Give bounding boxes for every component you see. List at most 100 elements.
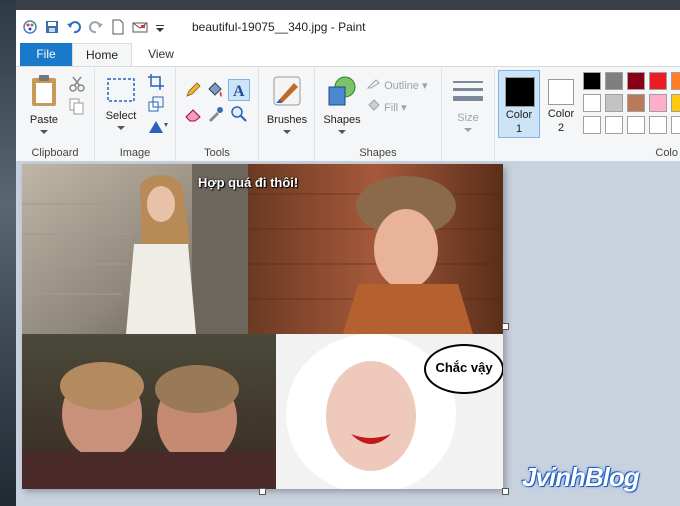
shapes-button[interactable]: Shapes [319,73,365,138]
crop-icon[interactable] [147,73,165,91]
watermark-logo: JvinhBlog [522,462,640,492]
image-group-label: Image [119,147,151,159]
tools-group-label: Tools [204,147,230,159]
color1-button[interactable]: Color 1 [498,70,540,138]
ribbon-tabs: File Home View [16,43,680,66]
tab-view[interactable]: View [136,43,186,66]
speech-bubble: Chắc vậy [424,344,503,394]
color2-number: 2 [557,122,565,134]
size-button[interactable]: Size [448,77,488,136]
shapes-label: Shapes [323,114,361,126]
tab-file[interactable]: File [20,43,72,66]
rotate-icon[interactable] [147,117,168,135]
paste-icon [32,75,56,106]
palette-swatch[interactable] [605,94,623,112]
fill-bucket-icon[interactable] [206,81,224,99]
resize-handle-corner[interactable] [502,488,509,495]
title-bar: beautiful-19075__340.jpg - Paint [16,10,680,43]
text-tool-icon[interactable]: A [228,79,250,101]
palette-swatch[interactable] [671,72,680,90]
palette-swatch[interactable] [649,116,667,134]
tools-group: A Tools [176,67,259,161]
shapes-dropdown-icon [338,130,346,134]
colors-group-label: Colo [655,147,678,159]
fill-label: Fill [384,102,399,114]
paste-dropdown-icon [40,130,48,134]
shapes-group: Shapes Outline ▾ Fill ▾ Shapes [315,67,442,161]
image-canvas[interactable]: Hợp quá đi thôi! Chắc vậy [22,164,503,489]
size-icon [453,81,483,101]
palette-swatch[interactable] [583,116,601,134]
canvas-area[interactable]: Hợp quá đi thôi! Chắc vậy [16,161,680,506]
palette-swatch[interactable] [605,116,623,134]
undo-icon[interactable] [66,19,82,35]
color2-button[interactable]: Color 2 [541,70,581,136]
quick-access-toolbar [22,18,170,36]
color1-label: Color [505,109,533,121]
select-dropdown-icon [117,126,125,130]
paste-label: Paste [29,114,59,126]
color2-label: Color [547,108,575,120]
resize-handle-bottom[interactable] [259,488,266,495]
cut-icon[interactable] [68,75,86,93]
redo-icon[interactable] [88,19,104,35]
pencil-icon[interactable] [184,81,202,99]
palette-swatch[interactable] [605,72,623,90]
customize-qat-icon[interactable] [154,19,170,35]
palette-swatch[interactable] [627,94,645,112]
palette-swatch[interactable] [671,94,680,112]
image-group: Select Image [95,67,176,161]
palette-swatch[interactable] [671,116,680,134]
size-dropdown-icon [464,128,472,132]
brushes-group: Brushes [259,67,315,161]
outline-icon [366,79,380,89]
copy-icon[interactable] [68,97,86,115]
magnifier-icon[interactable] [230,105,248,123]
color2-swatch [548,79,574,105]
eraser-icon[interactable] [184,105,202,123]
colors-group: Color 1 Color 2 Colo [495,67,680,161]
palette-swatch[interactable] [649,94,667,112]
svg-text:A: A [233,83,245,100]
palette-swatch[interactable] [583,94,601,112]
brushes-label: Brushes [266,114,308,126]
outline-label: Outline [384,80,419,92]
new-file-icon[interactable] [110,19,126,35]
resize-icon[interactable] [147,95,165,113]
speech-bubble-text: Chắc vậy [435,360,493,375]
size-group: Size [442,67,495,161]
size-label: Size [457,112,479,124]
paint-window: beautiful-19075__340.jpg - Paint File Ho… [16,10,680,506]
tab-home[interactable]: Home [72,43,132,66]
brush-icon [273,76,301,106]
palette-swatch[interactable] [649,72,667,90]
palette-swatch[interactable] [583,72,601,90]
brushes-dropdown-icon [283,130,291,134]
paint-app-icon[interactable] [22,19,38,35]
color-palette [583,72,680,138]
photo-kids [22,334,276,489]
resize-handle-right[interactable] [502,323,509,330]
brushes-button[interactable]: Brushes [263,73,311,138]
outline-button[interactable]: Outline ▾ [366,77,428,92]
fill-icon [368,99,380,111]
save-icon[interactable] [44,19,60,35]
caption-top: Hợp quá đi thôi! [198,175,299,190]
shapes-group-label: Shapes [359,147,397,159]
color1-number: 1 [515,123,523,135]
fill-button[interactable]: Fill ▾ [367,99,407,114]
select-icon [107,78,135,102]
desktop-background [0,0,16,506]
shapes-icon [328,76,356,106]
color1-swatch [505,77,535,107]
color-picker-icon[interactable] [206,105,224,123]
window-title: beautiful-19075__340.jpg - Paint [192,20,366,34]
paste-button[interactable]: Paste [22,73,66,138]
clipboard-group: Paste Clipboard [16,67,95,161]
palette-swatch[interactable] [627,116,645,134]
ribbon: Paste Clipboard Select Image A Tools Bru… [16,66,680,162]
envelope-icon[interactable] [132,19,148,35]
select-button[interactable]: Select [101,77,141,134]
clipboard-group-label: Clipboard [31,147,79,159]
palette-swatch[interactable] [627,72,645,90]
